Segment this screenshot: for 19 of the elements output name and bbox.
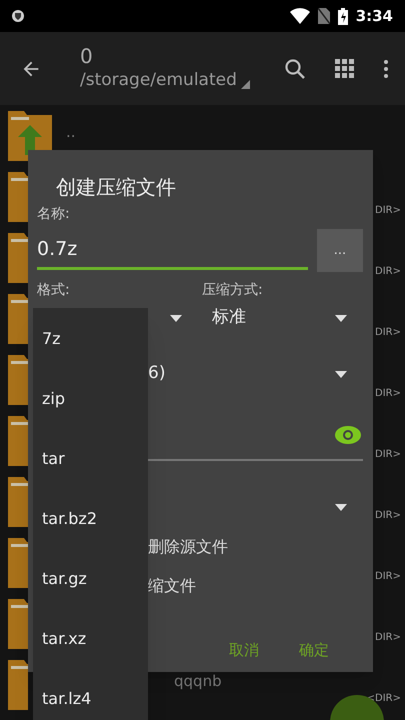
- toolbar-title: 0: [80, 44, 94, 68]
- dir-label: DIR>: [375, 448, 401, 462]
- dialog-title: 创建压缩文件: [56, 174, 177, 201]
- method-label: 压缩方式:: [202, 281, 263, 300]
- status-time: 3:34: [356, 6, 393, 27]
- format-label: 格式:: [37, 281, 71, 300]
- dir-label: DIR>: [375, 265, 401, 279]
- dir-label: DIR>: [375, 509, 401, 523]
- dir-label: <DIR>: [366, 692, 401, 706]
- option-label: 删除源文件: [148, 536, 229, 558]
- dir-label: DIR>: [375, 631, 401, 645]
- dir-label: DIR>: [375, 326, 401, 340]
- option-label: 缩文件: [148, 574, 197, 596]
- dir-label: DIR>: [375, 204, 401, 218]
- name-label: 名称:: [37, 205, 71, 224]
- file-name: qqqnb: [174, 671, 223, 692]
- file-name: ..: [66, 122, 77, 143]
- dir-label: DIR>: [375, 387, 401, 401]
- dir-label: DIR>: [375, 570, 401, 584]
